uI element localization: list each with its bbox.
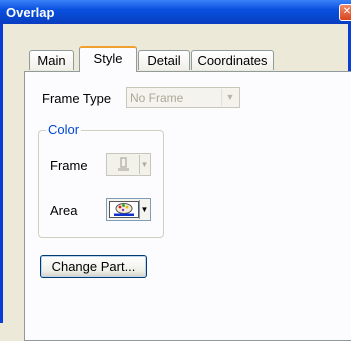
- tab-detail-label: Detail: [147, 53, 181, 68]
- tab-main-label: Main: [37, 53, 66, 68]
- palette-icon: [109, 201, 139, 218]
- change-part-button-label: Change Part...: [51, 259, 136, 274]
- tab-coordinates[interactable]: Coordinates: [191, 50, 274, 70]
- frame-color-dropdown-arrow[interactable]: ▼: [139, 155, 149, 174]
- tab-style-label: Style: [93, 51, 123, 66]
- tab-main[interactable]: Main: [29, 50, 74, 70]
- tab-detail[interactable]: Detail: [138, 50, 190, 70]
- frame-type-select[interactable]: No Frame ▼: [126, 87, 240, 108]
- paint-bucket-icon: [109, 156, 139, 173]
- area-color-dropdown-arrow[interactable]: ▼: [139, 200, 149, 219]
- close-icon: ✕: [342, 6, 351, 17]
- close-button[interactable]: ✕: [339, 4, 351, 21]
- tab-coordinates-label: Coordinates: [197, 53, 268, 68]
- tab-style[interactable]: Style: [79, 46, 137, 72]
- frame-color-picker[interactable]: ▼: [106, 153, 151, 176]
- chevron-down-icon[interactable]: ▼: [221, 89, 238, 106]
- frame-color-label: Frame: [50, 158, 88, 173]
- area-color-picker[interactable]: ▼: [106, 198, 151, 221]
- color-group-label: Color: [46, 122, 82, 137]
- window-title: Overlap: [6, 5, 55, 20]
- change-part-button[interactable]: Change Part...: [40, 255, 147, 278]
- title-bar[interactable]: Overlap ✕: [0, 0, 351, 24]
- frame-type-value: No Frame: [130, 91, 184, 105]
- area-color-label: Area: [50, 203, 78, 218]
- frame-type-label: Frame Type: [42, 91, 112, 106]
- color-groupbox: [38, 130, 164, 238]
